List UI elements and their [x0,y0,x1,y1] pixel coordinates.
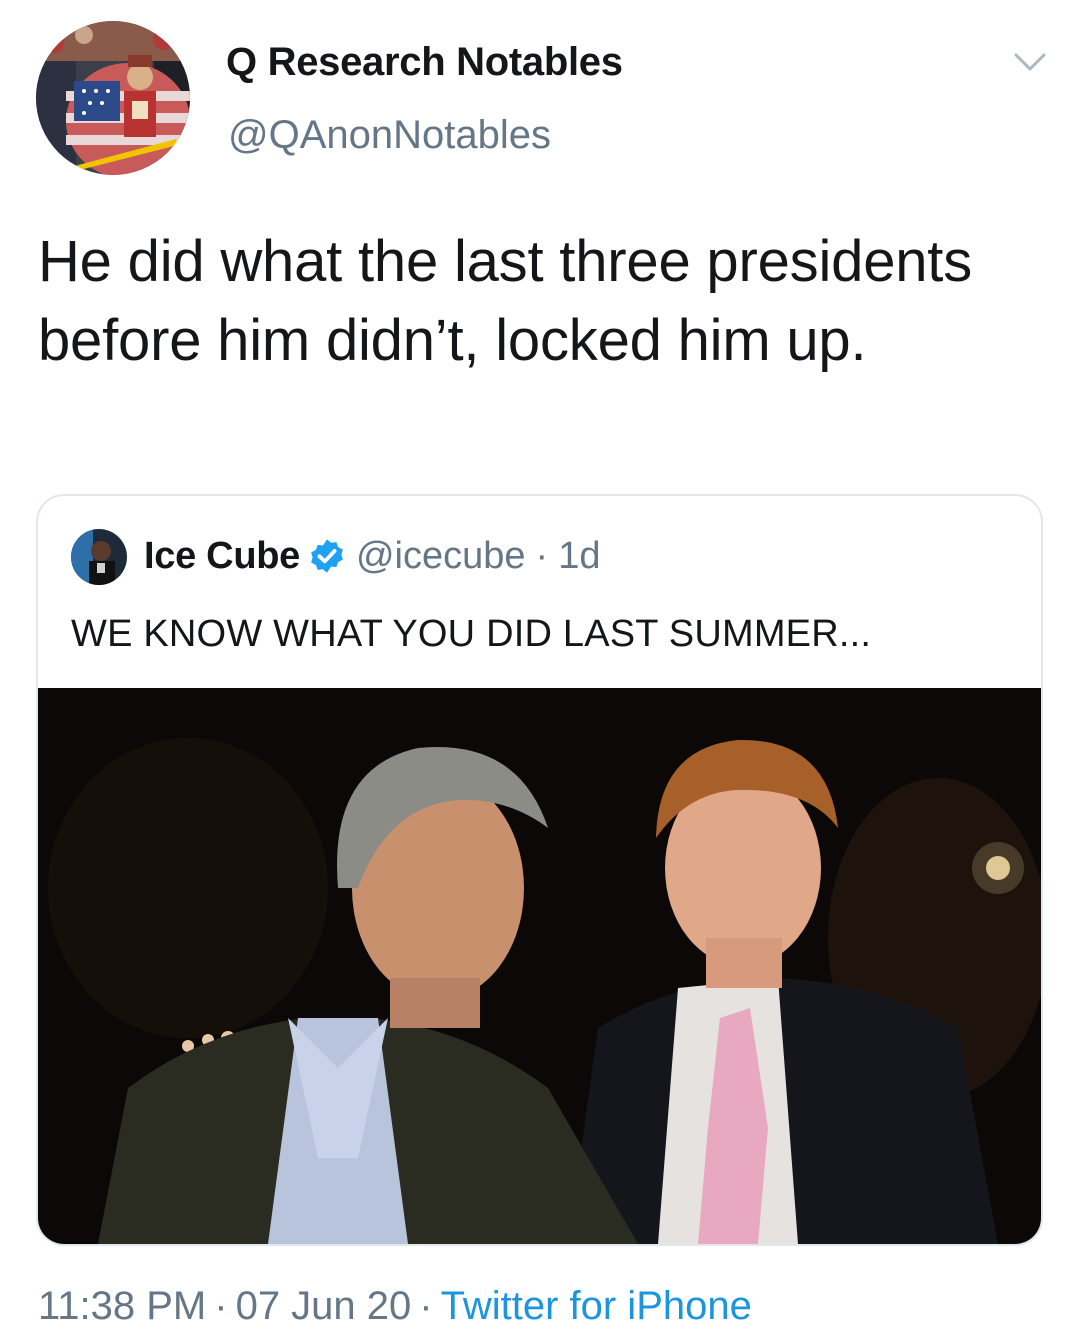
tweet-time[interactable]: 11:38 PM [38,1284,206,1328]
tweet-text: He did what the last three presidents be… [38,229,973,373]
quoted-author-display-name[interactable]: Ice Cube [144,535,300,578]
quoted-header-separator: · [535,534,549,577]
quoted-tweet-text: WE KNOW WHAT YOU DID LAST SUMMER... [71,613,872,655]
meta-separator: · [214,1284,228,1328]
meta-separator: · [419,1284,433,1328]
chevron-down-icon[interactable] [1012,50,1048,74]
quoted-tweet-header: Ice Cube @icecube · 1d [144,534,600,578]
quoted-tweet-photo[interactable] [38,688,1041,1244]
author-display-name[interactable]: Q Research Notables [226,40,623,85]
quoted-author-avatar[interactable] [71,529,127,585]
tweet-metadata: 11:38 PM · 07 Jun 20 · Twitter for iPhone [38,1284,752,1329]
quoted-author-handle[interactable]: @icecube [356,535,526,578]
quoted-tweet-card[interactable]: Ice Cube @icecube · 1d WE KNOW WHAT YOU … [36,494,1043,1246]
tweet-date[interactable]: 07 Jun 20 [236,1284,412,1328]
quoted-tweet-photo-image [38,688,1041,1244]
author-avatar[interactable] [36,21,190,175]
author-avatar-image [36,21,190,175]
tweet-source-link[interactable]: Twitter for iPhone [441,1284,752,1328]
quoted-tweet-time[interactable]: 1d [558,535,600,578]
verified-badge-icon [311,539,343,573]
quoted-author-avatar-image [71,529,127,585]
author-handle[interactable]: @QAnonNotables [228,113,551,158]
